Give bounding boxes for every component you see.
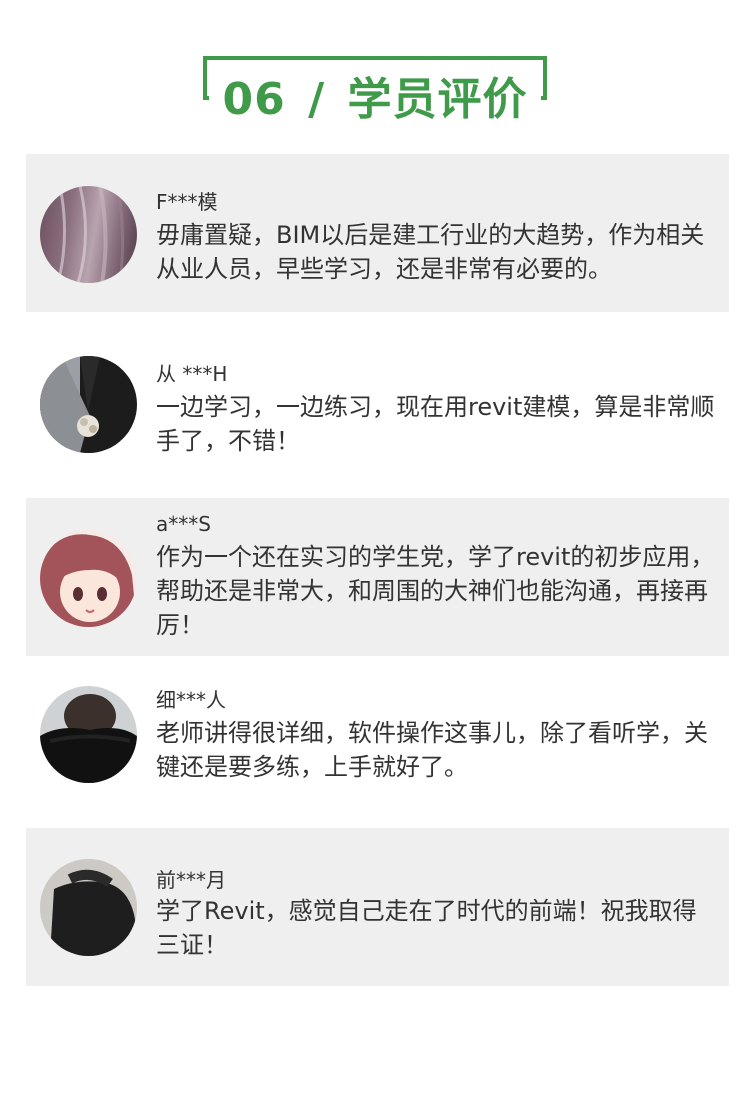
review-card: 前***月 学了Revit，感觉自己走在了时代的前端！祝我取得三证！ xyxy=(26,828,729,986)
review-text: 一边学习，一边练习，现在用revit建模，算是非常顺手了，不错！ xyxy=(156,393,715,455)
review-username: 从 ***H xyxy=(156,362,228,386)
review-text: 老师讲得很详细，软件操作这事儿，除了看听学，关键还是要多练，上手就好了。 xyxy=(156,719,708,781)
dark-shirt-avatar-icon xyxy=(40,859,137,956)
section-label: 学员评价 xyxy=(347,74,528,125)
review-text: 毋庸置疑，BIM以后是建工行业的大趋势，作为相关从业人员，早些学习，还是非常有必… xyxy=(156,221,705,283)
review-text: 学了Revit，感觉自己走在了时代的前端！祝我取得三证！ xyxy=(156,897,697,959)
review-card: 从 ***H 一边学习，一边练习，现在用revit建模，算是非常顺手了，不错！ xyxy=(26,340,729,480)
review-card: 细***人 老师讲得很详细，软件操作这事儿，除了看听学，关键还是要多练，上手就好… xyxy=(26,676,729,806)
review-username: a***S xyxy=(156,512,211,536)
review-username: F***模 xyxy=(156,190,218,214)
section-number: 06 xyxy=(222,74,286,125)
review-text: 作为一个还在实习的学生党，学了revit的初步应用，帮助还是非常大，和周围的大神… xyxy=(156,543,715,639)
anime-girl-avatar-icon xyxy=(40,530,137,627)
review-card: F***模 毋庸置疑，BIM以后是建工行业的大趋势，作为相关从业人员，早些学习，… xyxy=(26,154,729,312)
review-username: 细***人 xyxy=(156,688,226,712)
gray-hair-avatar-icon xyxy=(40,186,137,283)
review-card: a***S 作为一个还在实习的学生党，学了revit的初步应用，帮助还是非常大，… xyxy=(26,498,729,656)
review-username: 前***月 xyxy=(156,868,226,892)
dark-collar-avatar-icon xyxy=(40,686,137,783)
section-heading: 06 / 学员评价 xyxy=(203,56,547,126)
section-title: 06 / 学员评价 xyxy=(203,72,547,128)
suit-brooch-avatar-icon xyxy=(40,356,137,453)
section-separator: / xyxy=(302,74,332,125)
